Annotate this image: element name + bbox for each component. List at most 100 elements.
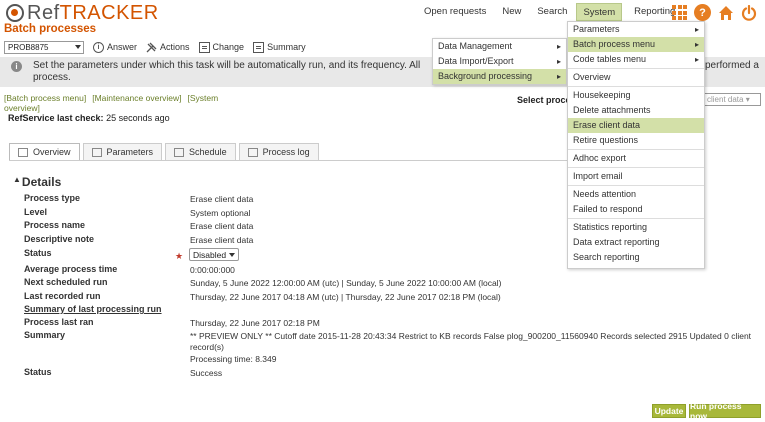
logo-tracker-text: TRACKER [59,1,159,24]
last-recorded-run-label: Last recorded run [24,291,101,301]
process-select[interactable]: client data ▾ [703,93,761,106]
nav-system[interactable]: System [576,3,623,21]
system-menu: Data Management ▸ Data Import/Export ▸ Bac… [432,38,567,85]
details-heading[interactable]: ▲Details [13,175,61,189]
last-recorded-run-value: Thursday, 22 June 2017 04:18 AM (utc) | … [190,292,501,302]
run-process-now-button[interactable]: Run process now [689,401,761,421]
submenu-adhoc-export[interactable]: Adhoc export [568,151,704,166]
menu-item-label: Data Import/Export [438,56,514,66]
tab-parameters-label: Parameters [106,147,154,157]
nav-new[interactable]: New [496,3,527,21]
record-select-value: PROB8875 [8,42,49,52]
descriptive-note-value: Erase client data [190,235,254,245]
submenu-data-extract-reporting[interactable]: Data extract reporting [568,235,704,250]
summary-button[interactable]: Summary [253,41,306,53]
submenu-erase-client-data[interactable]: Erase client data [568,118,704,133]
tab-process-log[interactable]: Process log [238,143,319,160]
chevron-right-icon: ▸ [556,42,561,51]
menu-divider [568,218,704,219]
menu-item-label: Batch process menu [573,39,656,49]
tab-schedule[interactable]: Schedule [165,143,236,160]
menu-item-label: Parameters [573,24,620,34]
submenu-import-email[interactable]: Import email [568,169,704,184]
avg-process-time-label: Average process time [24,264,118,274]
menu-divider [568,149,704,150]
submenu-statistics-reporting[interactable]: Statistics reporting [568,220,704,235]
submenu-needs-attention[interactable]: Needs attention [568,187,704,202]
last-check-label: RefService last check: [8,113,104,123]
chevron-down-icon [229,253,235,257]
update-button[interactable]: Update [652,404,686,418]
tab-process-log-label: Process log [262,147,310,157]
chevron-right-icon: ▸ [556,72,561,81]
actions-button[interactable]: Actions [146,42,190,53]
submenu-batch-process-menu[interactable]: Batch process menu ▸ [568,37,704,52]
submenu-retire-questions[interactable]: Retire questions [568,133,704,148]
chevron-right-icon: ▸ [694,40,699,49]
last-check-value: 25 seconds ago [106,113,170,123]
tools-icon [146,42,157,53]
chevron-down-icon [75,44,81,49]
tabs-divider [9,160,609,161]
submenu-failed-to-respond[interactable]: Failed to respond [568,202,704,217]
submenu-code-tables-menu[interactable]: Code tables menu ▸ [568,52,704,67]
menu-divider [568,167,704,168]
help-icon[interactable]: ? [694,4,711,21]
last-check: RefService last check: 25 seconds ago [8,113,170,123]
tab-parameters[interactable]: Parameters [82,143,163,160]
tab-overview[interactable]: Overview [9,143,80,160]
record-select[interactable]: PROB8875 [4,40,84,54]
summary-label: Summary [267,42,306,52]
logo-mark-icon [6,4,24,22]
process-name-value: Erase client data [190,221,254,231]
process-name-label: Process name [24,220,86,230]
menu-divider [568,185,704,186]
background-processing-submenu: Parameters ▸ Batch process menu ▸ Code tab… [567,21,705,269]
descriptive-note-label: Descriptive note [24,234,95,244]
submenu-housekeeping[interactable]: Housekeeping [568,88,704,103]
answer-label: Answer [107,42,138,52]
level-value: System optional [190,208,251,218]
nav-search[interactable]: Search [531,3,573,21]
banner-text-2: process. [33,72,71,83]
list-icon [253,41,265,53]
document-icon [18,147,28,157]
edit-icon [198,41,210,53]
process-select-value: client data [707,95,744,104]
submenu-overview[interactable]: Overview [568,70,704,85]
menu-item-label: Background processing [438,71,533,81]
summary-line-1: ** PREVIEW ONLY ** Cutoff date 2015-11-2… [190,331,752,341]
link-maintenance-overview[interactable]: [Maintenance overview] [92,93,181,103]
menu-item-data-management[interactable]: Data Management ▸ [433,39,566,54]
top-icons: ? [671,4,757,21]
link-system-overview-2[interactable]: overview] [4,103,40,113]
answer-button[interactable]: i Answer [93,41,138,53]
chevron-up-icon: ▲ [13,175,21,184]
link-batch-process-menu[interactable]: [Batch process menu] [4,93,86,103]
nav-open-requests[interactable]: Open requests [418,3,492,21]
menu-item-label: Code tables menu [573,54,647,64]
change-button[interactable]: Change [198,41,244,53]
menu-item-background-processing[interactable]: Background processing ▸ [433,69,566,84]
menu-item-label: Data Management [438,41,513,51]
select-process-label: Select proce [517,95,571,105]
submenu-search-reporting[interactable]: Search reporting [568,250,704,265]
menu-divider [568,86,704,87]
submenu-parameters[interactable]: Parameters ▸ [568,22,704,37]
power-icon[interactable] [740,4,757,21]
info-icon: i [93,41,104,53]
tab-overview-label: Overview [33,147,71,157]
record-toolbar: PROB8875 i Answer Actions Change Summary [4,40,306,54]
process-type-label: Process type [24,193,81,203]
apps-grid-icon[interactable] [671,4,688,21]
submenu-delete-attachments[interactable]: Delete attachments [568,103,704,118]
calendar-icon [174,147,185,157]
link-system-overview[interactable]: [System [188,93,219,103]
status-select[interactable]: Disabled [189,248,239,261]
menu-item-data-import-export[interactable]: Data Import/Export ▸ [433,54,566,69]
sliders-icon [91,147,102,157]
app-logo[interactable]: RefTRACKER [6,2,159,24]
summary-line-2: record(s) [190,342,225,352]
home-icon[interactable] [717,4,734,21]
process-last-ran-label: Process last ran [24,317,94,327]
